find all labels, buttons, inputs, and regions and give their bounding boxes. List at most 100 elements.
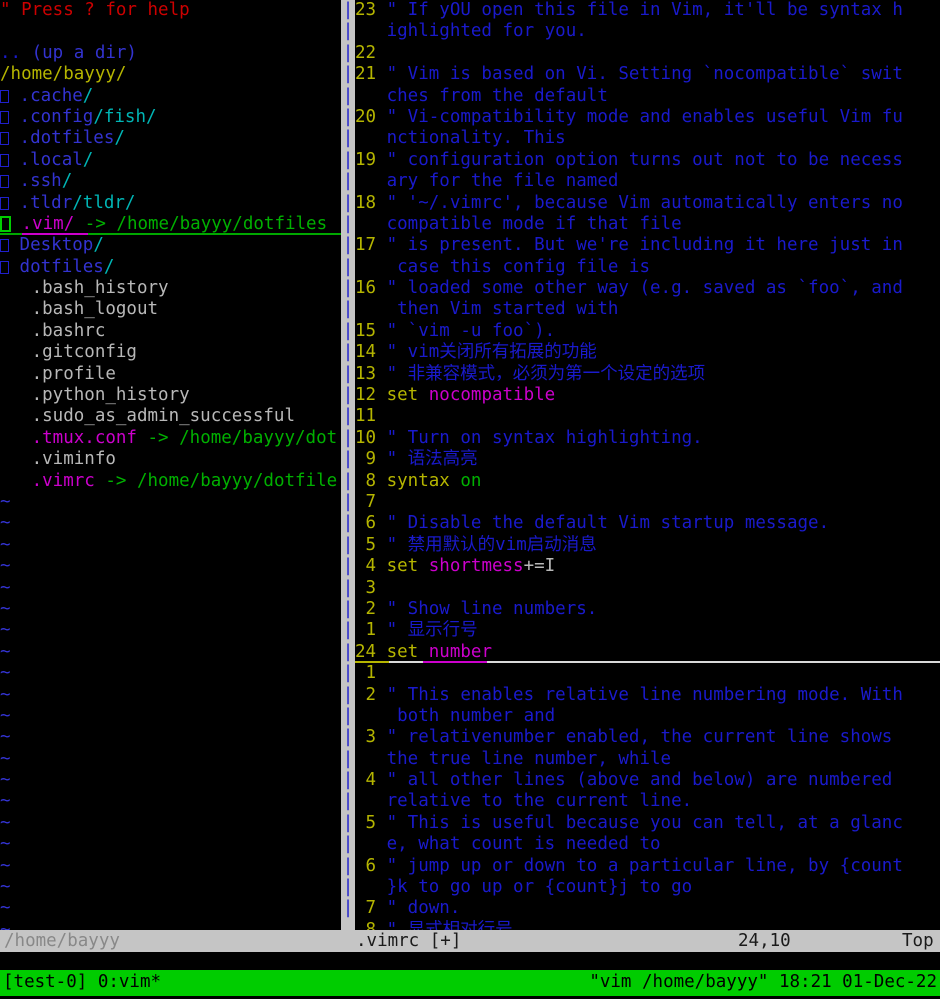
explorer-entry[interactable]: .sudo_as_admin_successful <box>0 406 341 427</box>
entry-name[interactable]: .profile <box>32 364 116 384</box>
entry-name[interactable]: .python_history <box>32 385 190 405</box>
tmux-window-name[interactable]: 0:vim* <box>98 972 161 992</box>
editor-line[interactable]: 15 " `vim -u foo`). <box>355 321 940 342</box>
explorer-entry[interactable]: .profile <box>0 364 341 385</box>
editor-line[interactable]: then Vim started with <box>355 299 940 320</box>
entry-name[interactable]: .config <box>20 107 94 127</box>
explorer-entry[interactable]: .config/fish/ <box>0 107 341 128</box>
editor-line[interactable]: case this config file is <box>355 257 940 278</box>
entry-name[interactable]: .viminfo <box>32 449 116 469</box>
entry-name[interactable]: .cache <box>20 86 83 106</box>
explorer-entry[interactable]: .tldr/tldr/ <box>0 193 341 214</box>
editor-line[interactable]: 11 <box>355 406 940 427</box>
editor-line[interactable]: relative to the current line. <box>355 791 940 812</box>
entry-name[interactable]: .sudo_as_admin_successful <box>32 406 295 426</box>
explorer-entry[interactable]: Desktop/ <box>0 235 341 256</box>
editor-line[interactable]: the true line number, while <box>355 749 940 770</box>
tmux-session-and-windows[interactable]: [test-0] 0:vim* <box>3 972 161 993</box>
editor-line[interactable]: 16 " loaded some other way (e.g. saved a… <box>355 278 940 299</box>
editor-line[interactable]: 5 " 禁用默认的vim启动消息 <box>355 535 940 556</box>
editor-line[interactable]: 13 " 非兼容模式，必须为第一个设定的选项 <box>355 364 940 385</box>
entry-name[interactable]: .tmux.conf <box>32 428 137 448</box>
editor-line[interactable]: 23 " If yOU open this file in Vim, it'll… <box>355 0 940 21</box>
separator-glyph: | <box>342 470 354 491</box>
explorer-entry[interactable]: .bash_history <box>0 278 341 299</box>
explorer-entry[interactable]: .dotfiles/ <box>0 128 341 149</box>
separator-glyph: | <box>342 235 354 256</box>
entry-name[interactable]: .ssh <box>20 171 62 191</box>
entry-name[interactable]: .vim <box>22 214 64 234</box>
explorer-entry[interactable]: .local/ <box>0 150 341 171</box>
editor-line[interactable]: 21 " Vim is based on Vi. Setting `nocomp… <box>355 64 940 85</box>
editor-line[interactable]: e, what count is needed to <box>355 834 940 855</box>
entry-name[interactable]: .vimrc <box>32 471 95 491</box>
editor-line[interactable]: 1 <box>355 663 940 684</box>
editor-line[interactable]: 22 <box>355 43 940 64</box>
editor-line[interactable]: 8 " 显式相对行号 <box>355 920 940 930</box>
editor-line[interactable]: 18 " '~/.vimrc', because Vim automatical… <box>355 193 940 214</box>
entry-name[interactable]: .dotfiles <box>20 128 115 148</box>
editor-line[interactable]: ighlighted for you. <box>355 21 940 42</box>
entry-name[interactable]: dotfiles <box>20 257 104 277</box>
editor-line[interactable]: 4 set shortmess+=I <box>355 556 940 577</box>
entry-name[interactable]: .local <box>20 150 83 170</box>
editor-line[interactable]: 3 <box>355 578 940 599</box>
explorer-entry[interactable]: dotfiles/ <box>0 257 341 278</box>
editor-line[interactable]: 12 set nocompatible <box>355 385 940 406</box>
explorer-entry[interactable]: .gitconfig <box>0 342 341 363</box>
editor-line[interactable]: 3 " relativenumber enabled, the current … <box>355 727 940 748</box>
comment-text: both number and <box>386 705 556 726</box>
entry-name[interactable]: Desktop <box>20 235 94 255</box>
explorer-entry[interactable]: .cache/ <box>0 86 341 107</box>
editor-line[interactable]: 10 " Turn on syntax highlighting. <box>355 428 940 449</box>
explorer-entry[interactable]: .tmux.conf -> /home/bayyy/dot <box>0 428 341 449</box>
editor-line[interactable]: 2 " Show line numbers. <box>355 599 940 620</box>
tmux-session-name[interactable]: [test-0] <box>3 972 98 992</box>
explorer-entry[interactable]: .vimrc -> /home/bayyy/dotfile <box>0 471 341 492</box>
editor-line[interactable]: 7 <box>355 492 940 513</box>
editor-line[interactable]: }k to go up or {count}j to go <box>355 877 940 898</box>
explorer-entry[interactable]: .bashrc <box>0 321 341 342</box>
file-explorer-pane[interactable]: " Press ? for help .. (up a dir)/home/ba… <box>0 0 341 930</box>
editor-line[interactable]: 7 " down. <box>355 898 940 919</box>
separator-glyph: | <box>342 64 354 85</box>
editor-pane[interactable]: 23 " If yOU open this file in Vim, it'll… <box>355 0 940 930</box>
up-dir-dots[interactable]: .. <box>0 43 21 63</box>
editor-line[interactable]: 9 " 语法高亮 <box>355 449 940 470</box>
editor-line[interactable]: ches from the default <box>355 86 940 107</box>
entry-name[interactable]: .bashrc <box>32 321 106 341</box>
editor-line[interactable]: 19 " configuration option turns out not … <box>355 150 940 171</box>
editor-line[interactable]: nctionality. This <box>355 128 940 149</box>
editor-line[interactable]: 6 " jump up or down to a particular line… <box>355 856 940 877</box>
editor-line[interactable]: compatible mode if that file <box>355 214 940 235</box>
editor-line[interactable]: 24 set number <box>355 642 940 664</box>
entry-name[interactable]: .tldr <box>20 193 73 213</box>
explorer-up-dir[interactable]: .. (up a dir) <box>0 43 341 64</box>
tilde-glyph: ~ <box>0 598 11 619</box>
explorer-entry[interactable]: .ssh/ <box>0 171 341 192</box>
editor-line[interactable]: 5 " This is useful because you can tell,… <box>355 813 940 834</box>
explorer-entry-selected[interactable]: .vim/ -> /home/bayyy/dotfiles <box>0 214 341 236</box>
editor-line[interactable]: 2 " This enables relative line numbering… <box>355 685 940 706</box>
editor-line[interactable]: 6 " Disable the default Vim startup mess… <box>355 513 940 534</box>
entry-name[interactable]: .gitconfig <box>32 342 137 362</box>
entry-name[interactable]: .bash_history <box>32 278 169 298</box>
editor-line[interactable]: 17 " is present. But we're including it … <box>355 235 940 256</box>
editor-line[interactable]: 4 " all other lines (above and below) ar… <box>355 770 940 791</box>
editor-line[interactable]: 20 " Vi-compatibility mode and enables u… <box>355 107 940 128</box>
separator-glyph: | <box>342 812 354 833</box>
comment-text: " Show line numbers. <box>386 598 598 619</box>
explorer-entry[interactable]: .bash_logout <box>0 299 341 320</box>
explorer-entry[interactable]: .viminfo <box>0 449 341 470</box>
editor-line[interactable]: 14 " vim关闭所有拓展的功能 <box>355 342 940 363</box>
editor-line[interactable]: ary for the file named <box>355 171 940 192</box>
editor-line[interactable]: 8 syntax on <box>355 471 940 492</box>
entry-name[interactable]: .bash_logout <box>32 299 158 319</box>
tmux-status-bar[interactable]: [test-0] 0:vim* "vim /home/bayyy" 18:21 … <box>0 970 940 996</box>
explorer-entry[interactable]: .python_history <box>0 385 341 406</box>
editor-line[interactable]: 1 " 显示行号 <box>355 620 940 641</box>
editor-line[interactable]: both number and <box>355 706 940 727</box>
